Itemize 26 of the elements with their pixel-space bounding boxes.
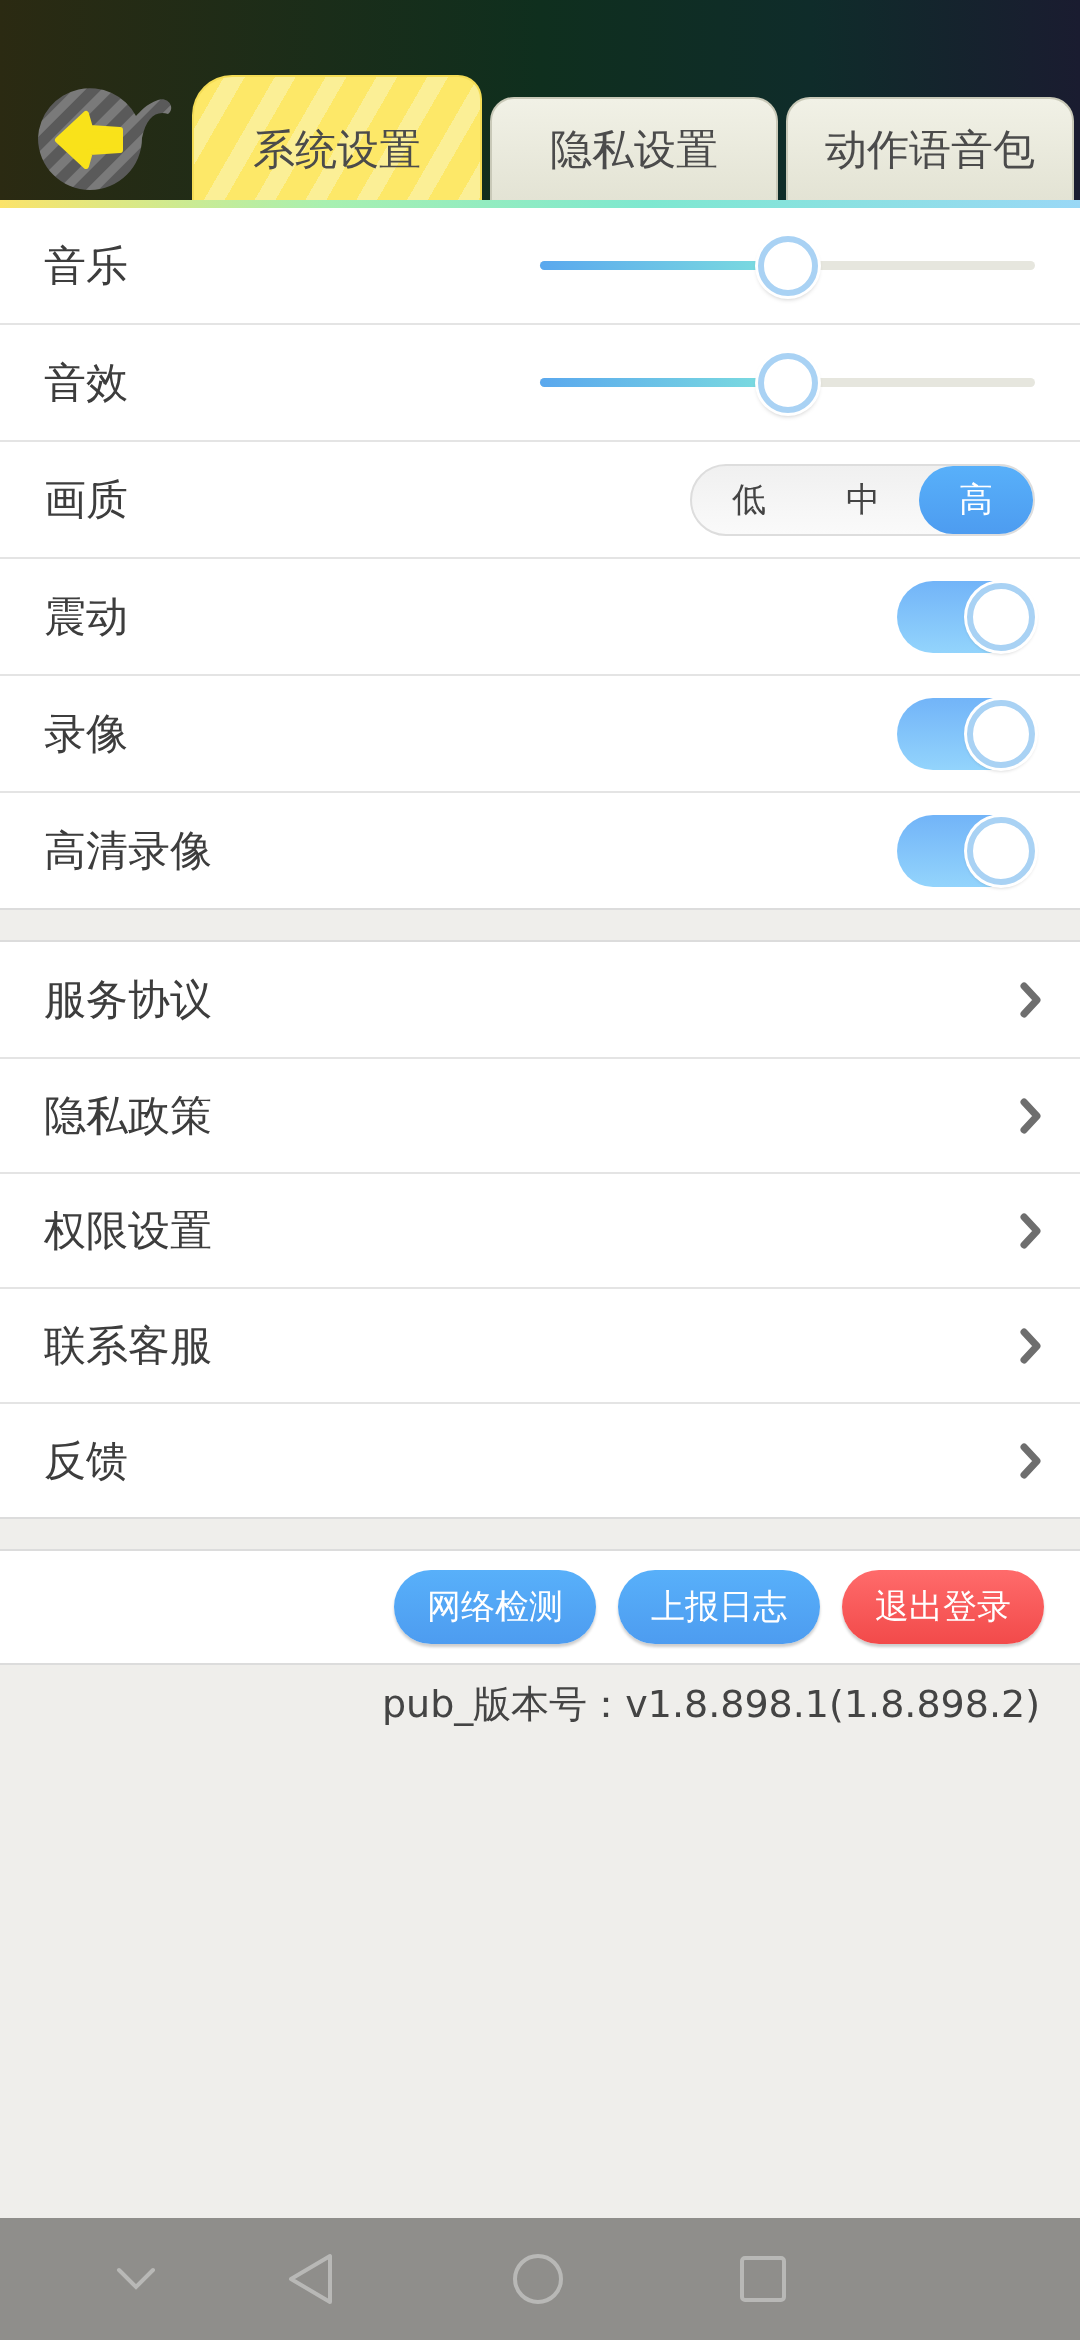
recents-icon[interactable] xyxy=(740,2256,786,2302)
tab[interactable]: 系统设置 xyxy=(192,75,482,200)
setting-label: 音乐 xyxy=(44,239,128,292)
slider-thumb[interactable] xyxy=(757,235,818,296)
toggle-switch[interactable] xyxy=(897,814,1035,887)
chevron-right-icon xyxy=(1020,981,1042,1018)
segment-option[interactable]: 低 xyxy=(692,465,806,534)
tab[interactable]: 隐私设置 xyxy=(490,97,778,200)
tab[interactable]: 动作语音包 xyxy=(786,97,1074,200)
setting-label: 录像 xyxy=(44,707,128,760)
segment-option[interactable]: 中 xyxy=(805,465,920,534)
setting-label: 高清录像 xyxy=(44,824,212,877)
chevron-right-icon xyxy=(1020,1212,1042,1249)
toggle-switch[interactable] xyxy=(897,697,1035,770)
back-icon[interactable] xyxy=(288,2253,334,2305)
chevron-right-icon xyxy=(1020,1327,1042,1364)
setting-label: 画质 xyxy=(44,473,128,526)
chevron-down-icon[interactable] xyxy=(116,2267,156,2291)
slider-thumb[interactable] xyxy=(757,352,818,413)
chevron-right-icon xyxy=(1020,1097,1042,1134)
setting-label: 震动 xyxy=(44,590,128,643)
chevron-right-icon xyxy=(1020,1442,1042,1479)
toggle-switch[interactable] xyxy=(897,580,1035,653)
setting-label: 音效 xyxy=(44,356,128,409)
home-icon[interactable] xyxy=(512,2253,564,2305)
version-text: pub_版本号：v1.8.898.1(1.8.898.2) xyxy=(381,1681,1040,1728)
